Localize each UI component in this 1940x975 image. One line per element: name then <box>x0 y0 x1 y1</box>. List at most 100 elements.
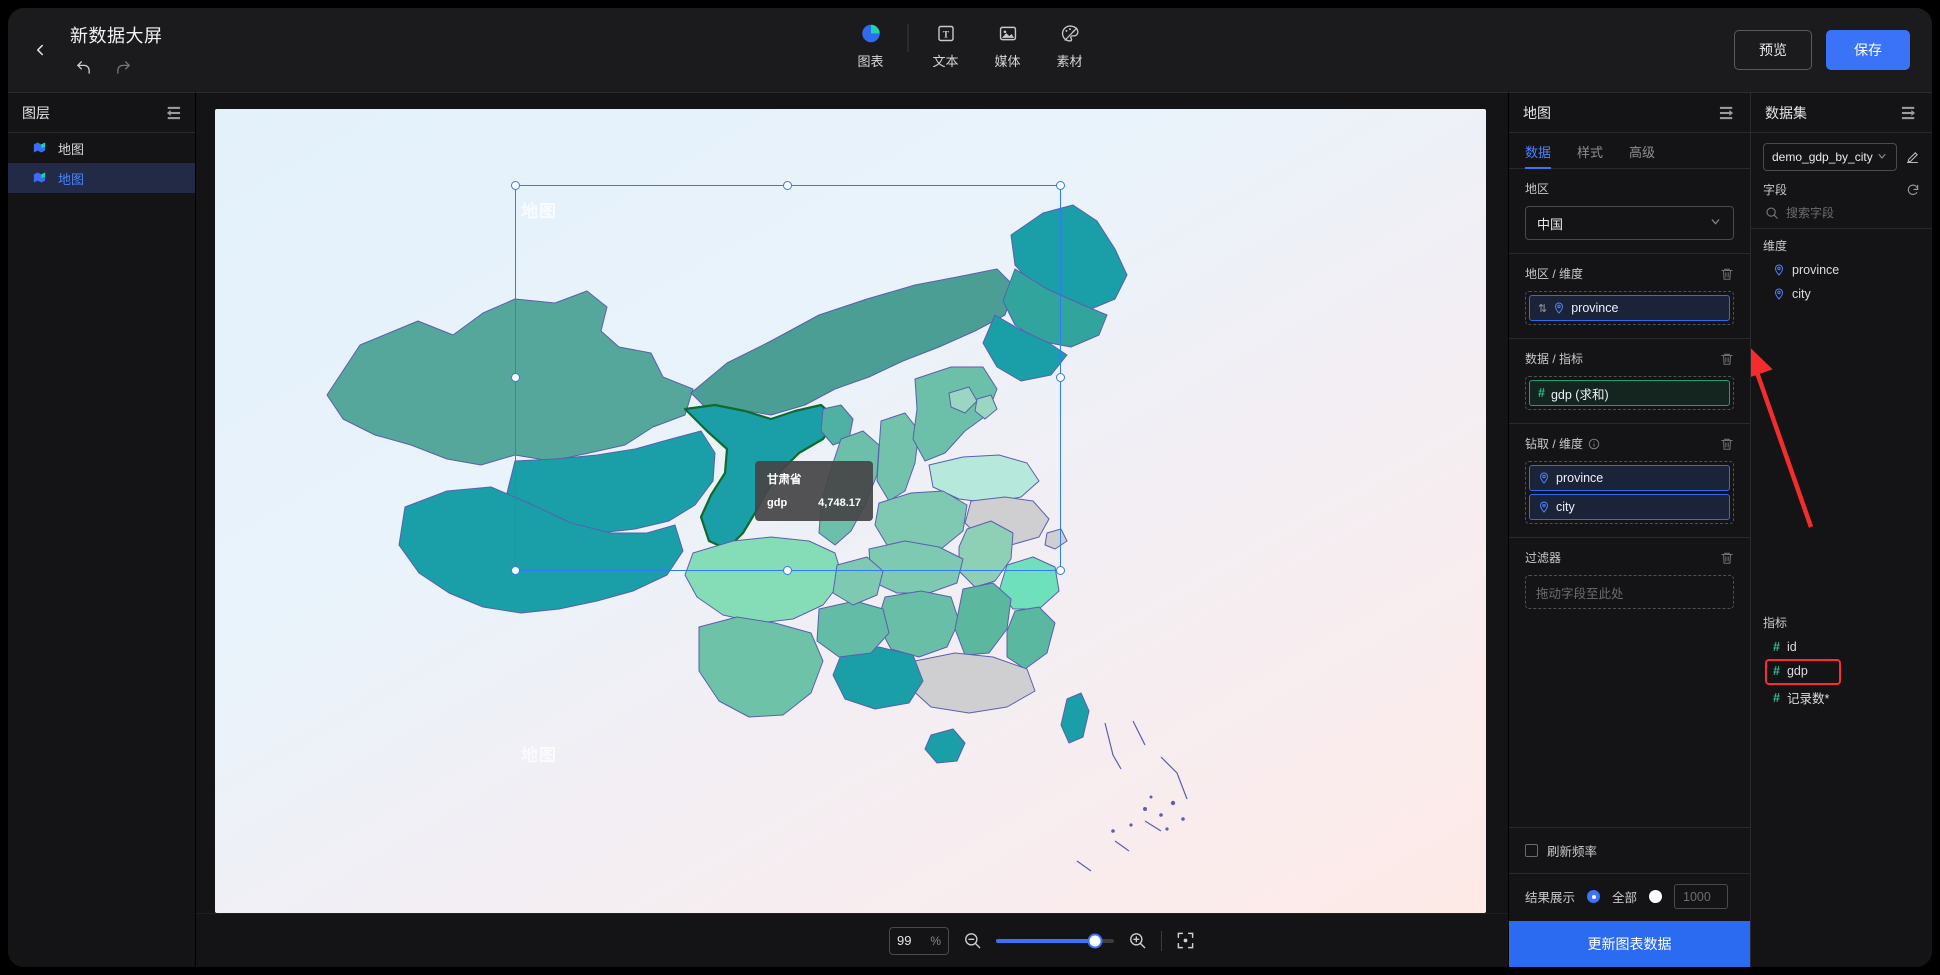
zoom-input[interactable]: 99 % <box>889 926 949 955</box>
filter-dropzone[interactable]: 拖动字段至此处 <box>1525 575 1734 609</box>
undo-icon <box>76 60 90 74</box>
bottom-bar: 99 % <box>196 913 1508 967</box>
field-pill-province[interactable]: ⇅ province <box>1529 295 1730 321</box>
zoom-out-icon[interactable] <box>963 931 982 950</box>
redo-button[interactable] <box>112 56 134 78</box>
back-button[interactable] <box>18 28 62 72</box>
zoom-slider[interactable] <box>996 933 1114 948</box>
config-tabs: 数据 样式 高级 <box>1509 133 1750 169</box>
canvas-scroll: 地图 地图 甘肃省 gdp 4,748.17 <box>196 93 1508 913</box>
hash-icon: # <box>1773 640 1780 654</box>
drill-dimension-dropzone[interactable]: province city <box>1525 461 1734 524</box>
tool-chart-label: 图表 <box>857 54 884 69</box>
drill-pill-province[interactable]: province <box>1529 465 1730 491</box>
trash-icon[interactable] <box>1720 551 1734 565</box>
location-pin-icon <box>1538 501 1550 513</box>
tool-media[interactable]: 媒体 <box>977 18 1039 70</box>
insert-toolbar: 图表 T 文本 媒体 素材 <box>840 18 1101 70</box>
zoom-in-icon[interactable] <box>1128 931 1147 950</box>
save-button[interactable]: 保存 <box>1826 30 1910 70</box>
resize-handle-top-middle[interactable] <box>783 181 792 190</box>
dataset-field-label: 记录数* <box>1786 692 1830 706</box>
tool-media-label: 媒体 <box>994 54 1021 69</box>
dataset-select-row: demo_gdp_by_city <box>1751 133 1932 177</box>
tab-style[interactable]: 样式 <box>1577 133 1603 168</box>
region-dimension-label-row: 地区 / 维度 <box>1525 265 1734 282</box>
map-layer-icon <box>32 170 48 186</box>
dataset-select-value: demo_gdp_by_city <box>1772 150 1873 164</box>
undo-button[interactable] <box>72 56 94 78</box>
resize-handle-bottom-left[interactable] <box>511 566 520 575</box>
resize-handle-top-right[interactable] <box>1056 181 1065 190</box>
refresh-icon[interactable] <box>1906 183 1920 197</box>
filter-label: 过滤器 <box>1525 551 1562 565</box>
zoom-slider-fill <box>996 938 1096 943</box>
tool-chart[interactable]: 图表 <box>840 18 902 70</box>
top-bar: 新数据大屏 图表 T 文本 媒体 素材 预览 保存 <box>8 8 1932 92</box>
drill-dimension-label: 钻取 / 维度 <box>1525 437 1584 451</box>
tooltip-title: 甘肃省 <box>767 474 802 486</box>
title-block: 新数据大屏 <box>70 22 163 78</box>
dataset-field-id[interactable]: # id <box>1751 635 1932 659</box>
tab-data[interactable]: 数据 <box>1525 133 1552 169</box>
preview-button[interactable]: 预览 <box>1734 30 1812 70</box>
sort-icon[interactable]: ⇅ <box>1538 302 1547 315</box>
region-label-row: 地区 <box>1525 180 1734 197</box>
update-chart-data-button[interactable]: 更新图表数据 <box>1509 921 1750 967</box>
search-input[interactable] <box>1786 206 1906 220</box>
result-display-all-radio[interactable] <box>1587 890 1601 903</box>
toolbar-divider <box>907 24 909 52</box>
pencil-icon[interactable] <box>1905 150 1920 165</box>
field-pill-gdp[interactable]: # gdp (求和) <box>1529 380 1730 406</box>
tooltip-metric-name: gdp <box>767 497 788 509</box>
dataset-select[interactable]: demo_gdp_by_city <box>1763 143 1897 171</box>
svg-text:T: T <box>942 29 949 40</box>
refresh-rate-row[interactable]: 刷新频率 <box>1509 827 1750 873</box>
drill-pill-city[interactable]: city <box>1529 494 1730 520</box>
fit-to-screen-icon[interactable] <box>1176 931 1195 950</box>
collapse-panel-icon[interactable] <box>1901 106 1918 120</box>
dataset-panel-header: 数据集 <box>1751 93 1932 133</box>
layer-item-map-1[interactable]: 地图 <box>8 133 195 163</box>
search-icon <box>1765 206 1779 220</box>
region-dimension-label: 地区 / 维度 <box>1525 267 1584 281</box>
resize-handle-middle-left[interactable] <box>511 373 520 382</box>
config-scroll-area: 地区 中国 地区 / 维度 ⇅ province 数据 / 指标 # gdp (… <box>1509 169 1750 827</box>
refresh-rate-checkbox[interactable] <box>1525 844 1538 857</box>
zoom-slider-knob[interactable] <box>1087 933 1103 948</box>
trash-icon[interactable] <box>1720 437 1734 451</box>
tab-advanced[interactable]: 高级 <box>1629 133 1655 168</box>
resize-handle-top-left[interactable] <box>511 181 520 190</box>
layer-item-map-2[interactable]: 地图 <box>8 163 195 193</box>
collapse-panel-icon[interactable] <box>164 106 181 120</box>
trash-icon[interactable] <box>1720 352 1734 366</box>
dataset-field-city[interactable]: city <box>1751 282 1932 306</box>
info-icon[interactable] <box>1588 438 1600 450</box>
dataset-field-province[interactable]: province <box>1751 258 1932 282</box>
field-search[interactable] <box>1751 202 1932 229</box>
filter-placeholder: 拖动字段至此处 <box>1536 586 1624 601</box>
bottom-bar-divider <box>1161 930 1162 951</box>
app-window: 新数据大屏 图表 T 文本 媒体 素材 预览 保存 图层 地图 地图 地图 地图… <box>8 8 1932 967</box>
dashboard-canvas[interactable]: 地图 地图 甘肃省 gdp 4,748.17 <box>215 109 1486 913</box>
dataset-field-gdp[interactable]: # gdp <box>1751 659 1932 685</box>
tool-text[interactable]: T 文本 <box>915 18 977 70</box>
tool-material[interactable]: 素材 <box>1039 18 1101 70</box>
undo-redo-group <box>72 56 163 78</box>
trash-icon[interactable] <box>1720 267 1734 281</box>
resize-handle-bottom-middle[interactable] <box>783 566 792 575</box>
collapse-panel-icon[interactable] <box>1719 106 1736 120</box>
region-select[interactable]: 中国 <box>1525 206 1734 240</box>
region-dimension-dropzone[interactable]: ⇅ province <box>1525 291 1734 325</box>
result-display-limit-radio[interactable] <box>1649 890 1663 903</box>
data-measure-label: 数据 / 指标 <box>1525 352 1584 366</box>
top-actions: 预览 保存 <box>1734 30 1910 70</box>
data-measure-dropzone[interactable]: # gdp (求和) <box>1525 376 1734 410</box>
result-limit-input[interactable]: 1000 <box>1674 884 1729 909</box>
pie-chart-icon <box>860 22 881 44</box>
dataset-field-record-count[interactable]: # 记录数* <box>1751 683 1932 712</box>
resize-handle-bottom-right[interactable] <box>1056 566 1065 575</box>
drill-dimension-section: 钻取 / 维度 province city <box>1509 424 1750 538</box>
tool-material-label: 素材 <box>1056 54 1083 69</box>
resize-handle-middle-right[interactable] <box>1056 373 1065 382</box>
